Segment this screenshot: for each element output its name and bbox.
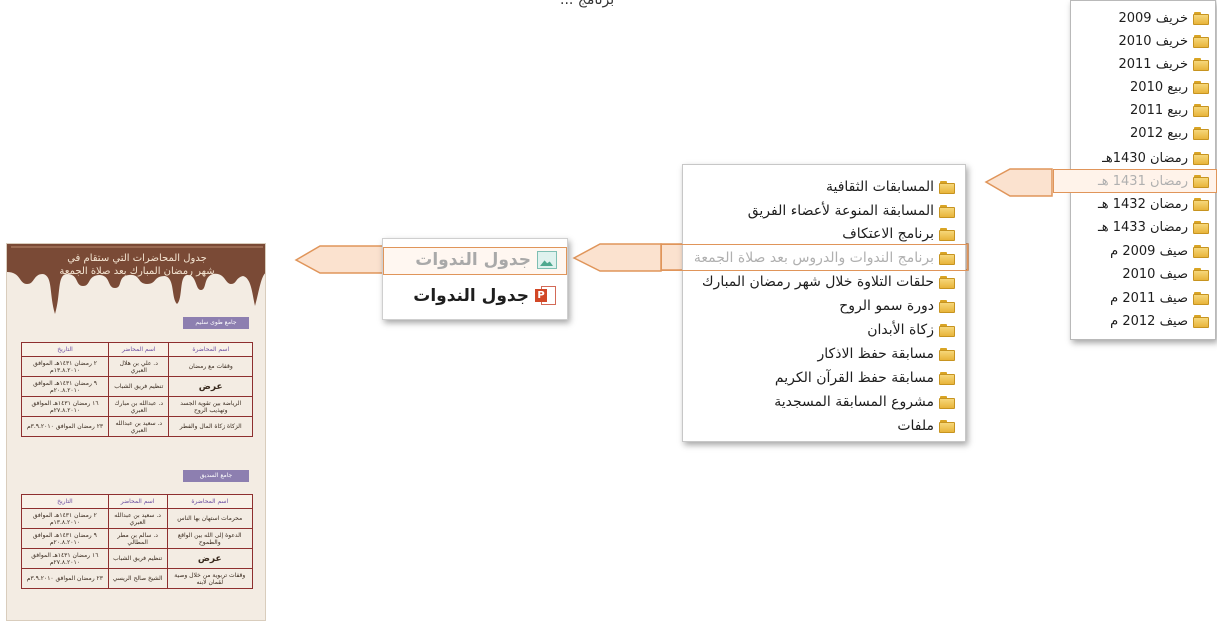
- arrow-files-to-poster: [294, 245, 387, 274]
- folder-item-soul-course[interactable]: دورة سمو الروح: [839, 295, 955, 317]
- table-row: وقفات مع رمضان د. علي بن هلال العبري ٢ ر…: [20, 356, 253, 377]
- arrow-seasons-to-programs: [984, 168, 1053, 197]
- folder-item-adhkar-contest[interactable]: مسابقة حفظ الاذكار: [818, 343, 955, 365]
- folder-item-files[interactable]: ملفات: [897, 415, 955, 437]
- folder-icon: [939, 251, 955, 265]
- folder-icon: [939, 180, 955, 194]
- poster-title: جدول المحاضرات التي ستقام في شهر رمضان ا…: [59, 253, 215, 277]
- folder-item-team-contest[interactable]: المسابقة المنوعة لأعضاء الفريق: [748, 200, 955, 222]
- table-row: محرمات استهان بها الناس د. سعيد بن عبدال…: [21, 508, 253, 529]
- poster-table-1: اسم المحاضرة اسم المحاضر التاريخ وقفات م…: [20, 342, 253, 437]
- folder-icon: [939, 347, 955, 361]
- folder-icon: [939, 275, 955, 289]
- table-row: عرض تنظيم فريق الشباب ٩ رمضان ١٤٣١هـ الم…: [20, 376, 253, 397]
- folder-icon: [939, 323, 955, 337]
- folder-item-cultural-contests[interactable]: المسابقات الثقافية: [826, 176, 955, 198]
- folder-item-mosque-contest[interactable]: مشروع المسابقة المسجدية: [774, 391, 955, 413]
- poster-mosque-label-2: جامع السديق: [183, 470, 249, 482]
- folder-icon: [939, 371, 955, 385]
- lecture-schedule-poster: جدول المحاضرات التي ستقام في شهر رمضان ا…: [6, 243, 266, 621]
- poster-table-2: اسم المحاضرة اسم المحاضر التاريخ محرمات …: [21, 494, 253, 589]
- folder-item-itikaf-program[interactable]: برنامج الاعتكاف: [842, 223, 955, 245]
- table-row: الزكاة زكاة المال والفطر د. سعيد بن عبدا…: [20, 416, 253, 437]
- powerpoint-file-icon: P: [535, 286, 557, 306]
- image-file-icon: [537, 251, 557, 269]
- table-row: الرياضة بين تقوية الجسد وتهذيب الروح د. …: [20, 396, 253, 417]
- table-row: وقفات تربوية من خلال وصية لقمان لابنه ال…: [21, 568, 253, 589]
- folder-item-quran-contest[interactable]: مسابقة حفظ القرآن الكريم: [775, 367, 955, 389]
- folder-item-recitation-circles[interactable]: حلقات التلاوة خلال شهر رمضان المبارك: [702, 271, 955, 293]
- folder-icon: [939, 419, 955, 433]
- lecture-files-list: جدول الندوات P جدول الندوات: [382, 238, 568, 320]
- folder-icon: [939, 299, 955, 313]
- folder-icon: [939, 395, 955, 409]
- folder-item-friday-lectures[interactable]: برنامج الندوات والدروس بعد صلاة الجمعة: [694, 247, 955, 269]
- table-row: عرض تنظيم فريق الشباب ١٦ رمضان ١٤٣١هـ ال…: [21, 548, 253, 569]
- file-item-schedule-image[interactable]: جدول الندوات: [415, 250, 557, 270]
- folder-icon: [939, 227, 955, 241]
- poster-mosque-label-1: جامع طوى سليم: [183, 317, 249, 329]
- table-row: الدعوة إلى الله بين الواقع والطموح د. سا…: [21, 528, 253, 549]
- file-item-schedule-powerpoint[interactable]: P جدول الندوات: [413, 286, 557, 306]
- folder-item-body-zakat[interactable]: زكاة الأبدان: [867, 319, 955, 341]
- folder-icon: [939, 204, 955, 218]
- programs-folder-list: المسابقات الثقافية المسابقة المنوعة لأعض…: [661, 164, 968, 442]
